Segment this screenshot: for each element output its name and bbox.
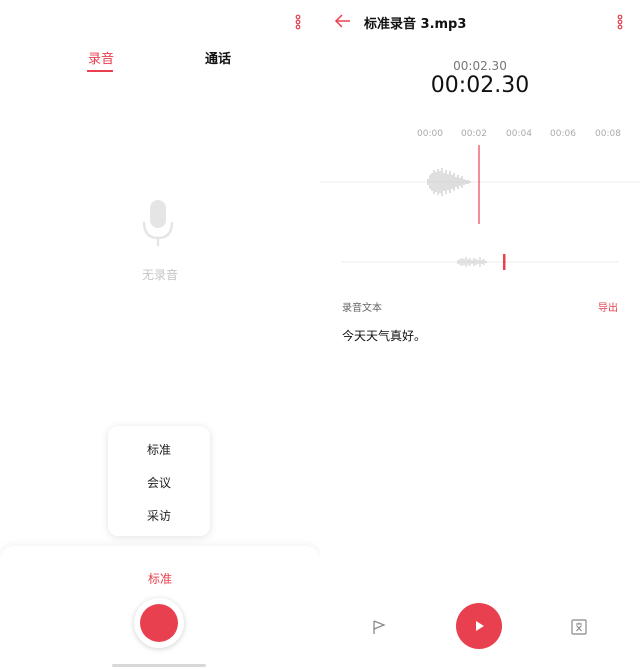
ruler-tick: 00:08	[595, 129, 621, 139]
active-tab-indicator	[87, 70, 113, 72]
selected-mode-label[interactable]: 标准	[0, 570, 320, 587]
ruler-tick: 00:06	[550, 129, 576, 139]
more-vert-icon[interactable]	[614, 14, 626, 30]
overview-position-marker	[503, 254, 506, 270]
file-title: 标准录音 3.mp3	[364, 17, 467, 32]
record-sheet: 标准	[0, 546, 320, 670]
ruler-tick: 00:04	[506, 129, 532, 139]
arrow-left-icon[interactable]	[334, 12, 352, 30]
microphone-icon	[140, 198, 176, 250]
record-icon	[140, 604, 178, 642]
main-waveform[interactable]	[320, 140, 640, 230]
playback-panel: 标准录音 3.mp3 00:02.30 00:02.30 00:00 00:02…	[320, 0, 640, 670]
text-icon[interactable]	[570, 618, 588, 636]
recordings-panel: 录音 通话 无录音 标准 会议 采访 标准	[0, 0, 320, 670]
elapsed-time: 00:02.30	[430, 73, 530, 98]
play-icon	[476, 621, 484, 631]
mode-standard[interactable]: 标准	[108, 441, 210, 458]
record-button[interactable]	[134, 598, 184, 648]
ruler-tick: 00:02	[461, 129, 487, 139]
flag-icon[interactable]	[370, 618, 388, 636]
tab-call[interactable]: 通话	[205, 48, 231, 67]
recording-mode-menu: 标准 会议 采访	[108, 426, 210, 536]
ruler-tick: 00:00	[417, 129, 443, 139]
tab-bar: 录音 通话	[0, 48, 320, 76]
mode-meeting[interactable]: 会议	[108, 474, 210, 491]
transcript-text: 今天天气真好。	[342, 329, 427, 343]
elapsed-time-small: 00:02.30	[453, 59, 507, 73]
empty-state-text: 无录音	[141, 268, 178, 282]
transcript-label: 录音文本	[342, 303, 382, 314]
tab-record[interactable]: 录音	[88, 48, 114, 67]
mode-interview[interactable]: 采访	[108, 507, 210, 524]
overview-waveform[interactable]	[320, 250, 640, 274]
export-button[interactable]: 导出	[598, 299, 618, 314]
home-indicator	[112, 664, 206, 667]
play-button[interactable]	[456, 603, 502, 649]
more-vert-icon[interactable]	[292, 14, 304, 30]
playback-controls	[320, 596, 640, 656]
